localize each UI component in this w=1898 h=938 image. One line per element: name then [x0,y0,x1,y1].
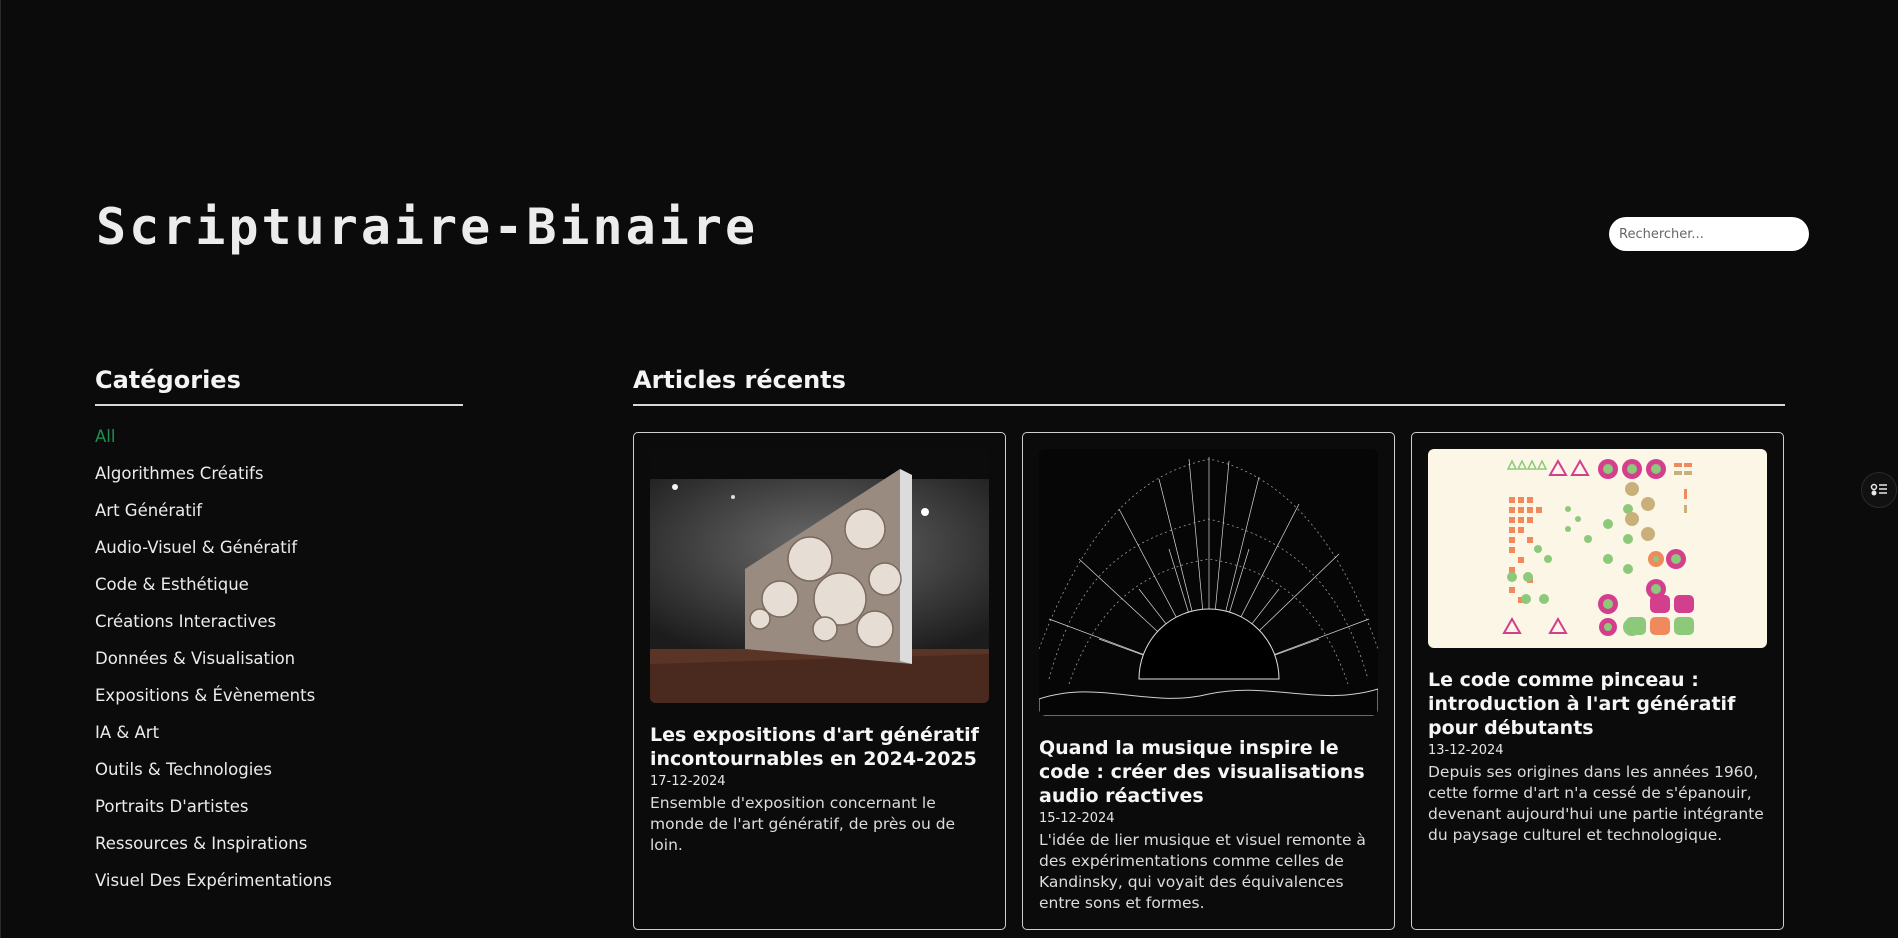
article-card[interactable]: Les expositions d'art génératif incontou… [633,432,1006,930]
article-excerpt: Depuis ses origines dans les années 1960… [1428,763,1764,844]
toggle-list-icon [1870,483,1887,496]
article-title[interactable]: Quand la musique inspire le code : créer… [1039,736,1378,808]
geometric-pattern-image[interactable] [1428,449,1767,648]
category-item-portraits-artistes[interactable]: Portraits D'artistes [95,788,463,825]
article-card[interactable]: Quand la musique inspire le code : créer… [1022,432,1395,930]
categories-heading: Catégories [95,366,463,406]
category-item-audio-visuel[interactable]: Audio-Visuel & Génératif [95,529,463,566]
category-item-ressources-inspirations[interactable]: Ressources & Inspirations [95,825,463,862]
category-item-outils-technologies[interactable]: Outils & Technologies [95,751,463,788]
article-date: 13-12-2024 [1428,743,1504,758]
article-card[interactable]: Le code comme pinceau : introduction à l… [1411,432,1784,930]
recent-articles-heading: Articles récents [633,366,1785,406]
article-date: 17-12-2024 [650,774,726,789]
category-item-code-esthetique[interactable]: Code & Esthétique [95,566,463,603]
category-item-ia-art[interactable]: IA & Art [95,714,463,751]
category-item-expositions-evenements[interactable]: Expositions & Évènements [95,677,463,714]
category-list: All Algorithmes Créatifs Art Génératif A… [95,418,463,899]
article-date: 15-12-2024 [1039,811,1115,826]
gallery-exhibition-image[interactable] [650,449,989,703]
category-item-art-generatif[interactable]: Art Génératif [95,492,463,529]
audio-waveform-image[interactable] [1039,449,1378,716]
article-excerpt: L'idée de lier musique et visuel remonte… [1039,831,1366,912]
category-item-donnees-visualisation[interactable]: Données & Visualisation [95,640,463,677]
recent-articles-section: Articles récents Les expositions d'art g… [633,366,1785,930]
categories-sidebar: Catégories All Algorithmes Créatifs Art … [95,366,463,899]
settings-toggle-button[interactable] [1861,472,1897,508]
article-title[interactable]: Les expositions d'art génératif incontou… [650,723,989,771]
category-item-creations-interactives[interactable]: Créations Interactives [95,603,463,640]
article-excerpt: Ensemble d'exposition concernant le mond… [650,794,956,854]
category-item-all[interactable]: All [95,418,463,455]
article-title[interactable]: Le code comme pinceau : introduction à l… [1428,668,1767,740]
category-item-algorithmes-creatifs[interactable]: Algorithmes Créatifs [95,455,463,492]
category-item-visuel-experimentations[interactable]: Visuel Des Expérimentations [95,862,463,899]
site-title[interactable]: Scripturaire-Binaire [96,198,758,256]
left-edge-divider [0,0,1,938]
search-input[interactable] [1609,217,1809,251]
